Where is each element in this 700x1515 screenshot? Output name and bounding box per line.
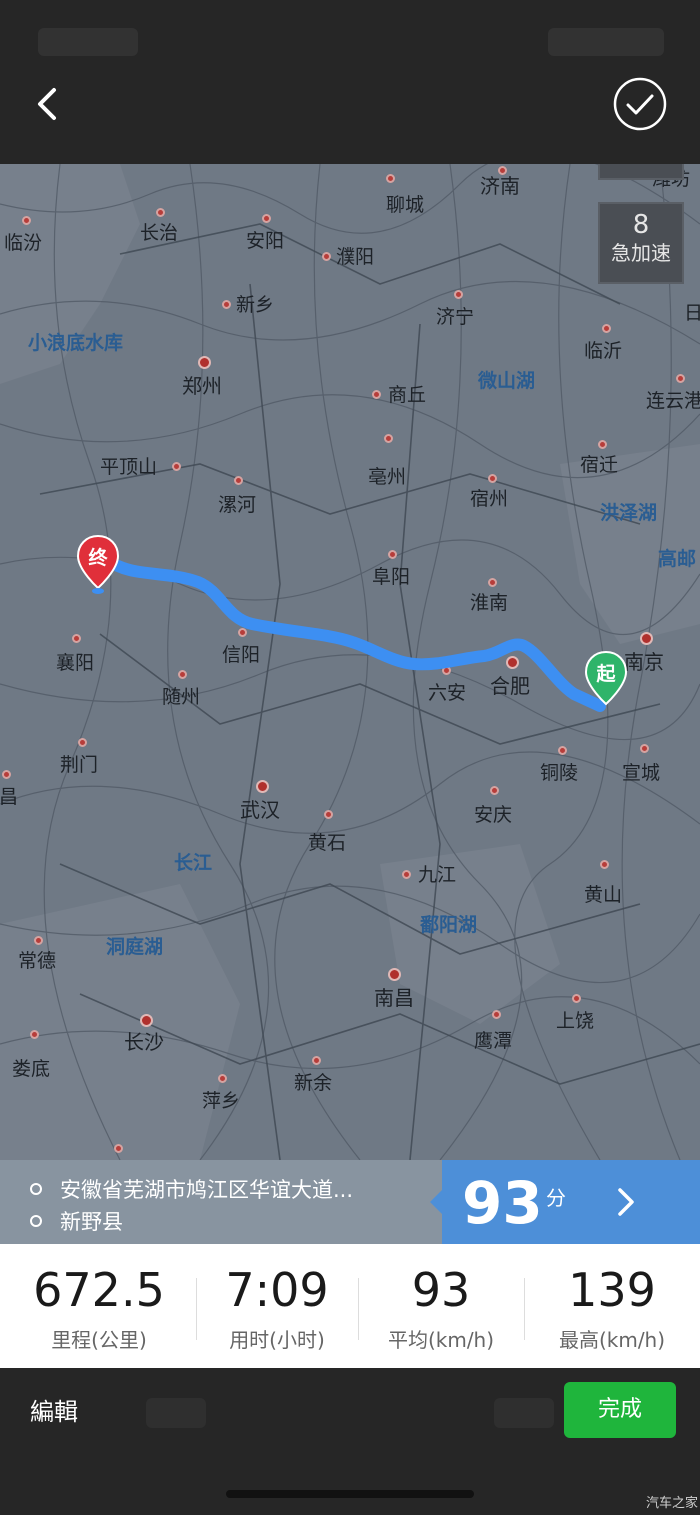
driving-score-button[interactable]: 93 分 [442, 1160, 700, 1244]
chevron-left-icon [38, 88, 56, 120]
origin-dot-icon [30, 1183, 42, 1195]
stat-label: 里程(公里) [51, 1328, 147, 1352]
stat-label: 平均(km/h) [387, 1328, 495, 1352]
check-circle-icon [613, 77, 667, 131]
watermark: 汽车之家 [646, 1496, 699, 1511]
back-button[interactable] [28, 82, 72, 126]
stat-max-speed: 139 最高(km/h) [524, 1244, 700, 1368]
address-panel: 安徽省芜湖市鸠江区华谊大道... 新野县 [0, 1160, 442, 1244]
destination-row: 新野县 [30, 1206, 123, 1236]
counter-label: 急加速 [611, 241, 671, 265]
trip-info-bar: 安徽省芜湖市鸠江区华谊大道... 新野县 93 分 [0, 1160, 700, 1244]
stat-distance: 672.5 里程(公里) [0, 1244, 198, 1368]
score-notch [430, 1190, 442, 1214]
stat-value: 139 [568, 1263, 656, 1317]
origin-address: 安徽省芜湖市鸠江区华谊大道... [60, 1178, 354, 1202]
destination-dot-icon [30, 1215, 42, 1227]
end-marker-label: 终 [88, 547, 108, 569]
score-unit: 分 [546, 1186, 566, 1210]
stat-duration: 7:09 用时(小时) [196, 1244, 358, 1368]
chevron-right-icon [618, 1188, 634, 1216]
stat-value: 7:09 [225, 1263, 329, 1317]
stat-value: 93 [411, 1263, 471, 1317]
status-bar [0, 0, 700, 80]
hard-acceleration-counter[interactable]: 8 急加速 [598, 202, 684, 284]
bottom-bar: 編輯 完成 汽车之家 [0, 1368, 700, 1515]
ghost-placeholder [146, 1398, 206, 1428]
trip-stats: 672.5 里程(公里) 7:09 用时(小时) 93 平均(km/h) 139… [0, 1244, 700, 1368]
ghost-placeholder [494, 1398, 554, 1428]
start-marker[interactable]: 起 [584, 650, 628, 712]
stat-label: 用时(小时) [229, 1328, 325, 1352]
end-marker[interactable]: 终 [76, 534, 120, 596]
start-marker-label: 起 [596, 663, 616, 685]
done-button[interactable]: 完成 [564, 1382, 676, 1438]
confirm-button[interactable] [612, 76, 668, 132]
destination-address: 新野县 [60, 1210, 123, 1234]
status-icons-blur [548, 28, 664, 56]
counter-box-top [598, 164, 684, 180]
stat-value: 672.5 [33, 1263, 165, 1317]
route-path [112, 560, 606, 712]
edit-button[interactable]: 編輯 [30, 1392, 78, 1427]
status-time-blur [38, 28, 138, 56]
route-map[interactable]: 济南 潍坊 聊城 临汾 长治 安阳 濮阳 新乡 济宁 临沂 日 郑州 商丘 连云… [0, 164, 700, 1160]
stat-label: 最高(km/h) [558, 1328, 666, 1352]
counter-value: 8 [632, 210, 650, 240]
driving-score: 93 [462, 1169, 543, 1237]
top-bar [0, 70, 700, 164]
origin-row: 安徽省芜湖市鸠江区华谊大道... [30, 1174, 353, 1204]
stat-average-speed: 93 平均(km/h) [358, 1244, 524, 1368]
home-indicator[interactable] [226, 1490, 474, 1498]
